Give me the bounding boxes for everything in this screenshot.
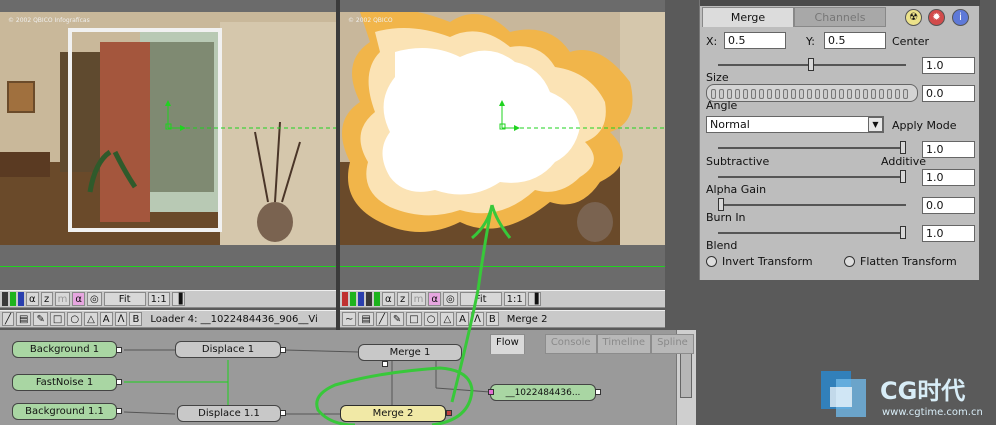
gear-icon[interactable]: ✹: [928, 9, 945, 26]
center-label: Center: [892, 35, 930, 48]
blend-slider-track[interactable]: [718, 232, 906, 234]
tab-channels[interactable]: Channels: [794, 7, 886, 27]
subtractive-label: Subtractive: [706, 155, 770, 168]
sub-add-value-field[interactable]: 1.0: [922, 141, 975, 158]
panel-header: [700, 0, 980, 6]
angle-wheel[interactable]: [706, 84, 918, 102]
wheel-tick: [879, 89, 884, 99]
center-value-field[interactable]: 1.0: [922, 57, 975, 74]
apply-mode-label: Apply Mode: [892, 119, 957, 132]
wheel-tick: [903, 89, 908, 99]
burn-in-label: Burn In: [706, 211, 746, 224]
wheel-tick: [831, 89, 836, 99]
info-icon[interactable]: i: [952, 9, 969, 26]
wheel-tick: [887, 89, 892, 99]
wheel-tick: [751, 89, 756, 99]
logo-text: CG时代: [880, 377, 965, 405]
tab-merge[interactable]: Merge: [702, 7, 794, 27]
wheel-tick: [743, 89, 748, 99]
center-y-field[interactable]: 0.5: [824, 32, 886, 49]
size-label: Size: [706, 71, 729, 84]
logo-url: www.cgtime.com.cn: [882, 407, 983, 418]
invert-transform-radio[interactable]: [706, 256, 717, 267]
chevron-down-icon[interactable]: ▼: [868, 117, 883, 132]
wheel-tick: [719, 89, 724, 99]
wheel-tick: [783, 89, 788, 99]
angle-value-field[interactable]: 0.0: [922, 85, 975, 102]
flatten-transform-label: Flatten Transform: [860, 255, 957, 268]
apply-mode-select[interactable]: Normal: [706, 116, 884, 133]
alpha-gain-slider-thumb[interactable]: [900, 170, 906, 183]
wheel-tick: [767, 89, 772, 99]
burn-in-value-field[interactable]: 0.0: [922, 197, 975, 214]
center-slider-thumb[interactable]: [808, 58, 814, 71]
radiation-icon[interactable]: ☢: [905, 9, 922, 26]
x-label: X:: [706, 35, 718, 48]
cgtime-logo: CG时代 www.cgtime.com.cn: [821, 371, 983, 418]
wheel-tick: [895, 89, 900, 99]
wheel-tick: [727, 89, 732, 99]
wheel-tick: [759, 89, 764, 99]
burn-in-slider-thumb[interactable]: [718, 198, 724, 211]
sub-add-slider-track[interactable]: [718, 147, 906, 149]
y-label: Y:: [806, 35, 815, 48]
wheel-tick: [807, 89, 812, 99]
wheel-tick: [815, 89, 820, 99]
wheel-tick: [871, 89, 876, 99]
wheel-tick: [775, 89, 780, 99]
wheel-tick: [735, 89, 740, 99]
center-x-field[interactable]: 0.5: [724, 32, 786, 49]
invert-transform-label: Invert Transform: [722, 255, 813, 268]
alpha-gain-value-field[interactable]: 1.0: [922, 169, 975, 186]
wheel-tick: [847, 89, 852, 99]
inspector-tabs: Merge Channels: [702, 7, 886, 27]
wheel-tick: [711, 89, 716, 99]
inspector-panel: Merge Channels ☢ ✹ i X: 0.5 Y: 0.5 Cente…: [699, 0, 980, 280]
burn-in-slider-track[interactable]: [718, 204, 906, 206]
blend-slider-thumb[interactable]: [900, 226, 906, 239]
wheel-tick: [855, 89, 860, 99]
angle-label: Angle: [706, 99, 738, 112]
blend-value-field[interactable]: 1.0: [922, 225, 975, 242]
alpha-gain-label: Alpha Gain: [706, 183, 767, 196]
wheel-tick: [799, 89, 804, 99]
sub-add-slider-thumb[interactable]: [900, 141, 906, 154]
blend-label: Blend: [706, 239, 738, 252]
flatten-transform-radio[interactable]: [844, 256, 855, 267]
wheel-tick: [823, 89, 828, 99]
alpha-gain-slider-track[interactable]: [718, 176, 906, 178]
wheel-tick: [791, 89, 796, 99]
additive-label: Additive: [881, 155, 926, 168]
wheel-tick: [839, 89, 844, 99]
wheel-tick: [863, 89, 868, 99]
